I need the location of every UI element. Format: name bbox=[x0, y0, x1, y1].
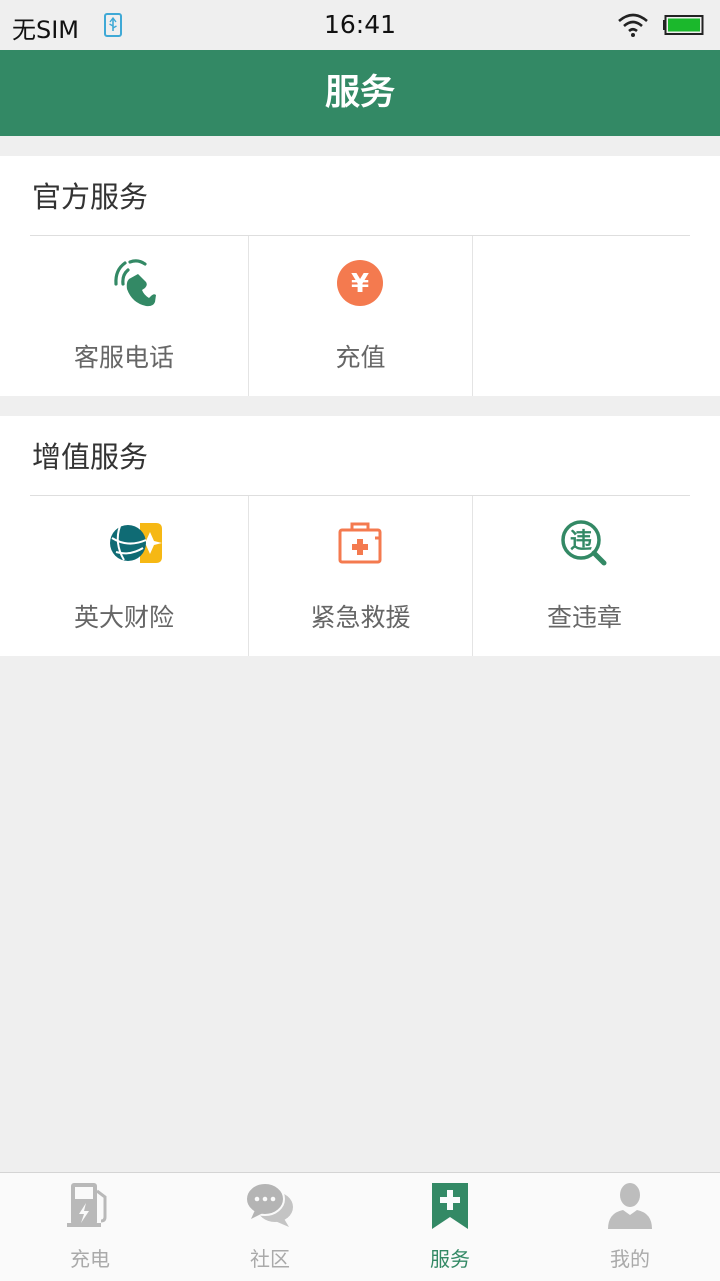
recharge-item[interactable]: ¥ 充值 bbox=[249, 236, 472, 396]
battery-icon bbox=[663, 15, 704, 35]
page-title-bar: 服务 bbox=[0, 50, 720, 136]
tab-mine[interactable]: 我的 bbox=[540, 1173, 720, 1281]
item-label: 查违章 bbox=[546, 603, 622, 632]
bottom-tab-bar: 充电 社区 服务 我的 bbox=[0, 1172, 720, 1281]
service-bookmark-icon bbox=[432, 1183, 468, 1229]
violation-search-icon: 违 bbox=[561, 520, 607, 566]
wifi-icon bbox=[618, 13, 648, 37]
status-time: 16:41 bbox=[323, 10, 397, 39]
empty-cell bbox=[473, 236, 720, 396]
section-title: 官方服务 bbox=[32, 180, 149, 214]
chat-bubbles-icon bbox=[245, 1182, 293, 1227]
tab-label: 充电 bbox=[70, 1247, 110, 1271]
insurance-logo-icon bbox=[110, 523, 162, 563]
tab-charging[interactable]: 充电 bbox=[0, 1173, 180, 1281]
section-title: 增值服务 bbox=[32, 440, 149, 474]
value-added-services-section: 增值服务 英大财险 紧急救援 违 查违章 bbox=[0, 416, 720, 656]
charging-station-icon bbox=[67, 1183, 107, 1227]
emergency-rescue-item[interactable]: 紧急救援 bbox=[249, 496, 472, 656]
page-title: 服务 bbox=[324, 73, 395, 113]
item-label: 紧急救援 bbox=[310, 603, 411, 632]
item-label: 客服电话 bbox=[73, 343, 174, 372]
yuan-icon: ¥ bbox=[337, 260, 383, 306]
traffic-violation-item[interactable]: 违 查违章 bbox=[473, 496, 696, 656]
tab-label: 服务 bbox=[430, 1247, 470, 1271]
status-bar: 无SIM 16:41 bbox=[0, 0, 720, 50]
yuan-symbol: ¥ bbox=[351, 269, 369, 299]
customer-service-phone-item[interactable]: 客服电话 bbox=[0, 236, 248, 396]
item-label: 充值 bbox=[335, 343, 386, 372]
tab-label: 社区 bbox=[250, 1247, 290, 1271]
phone-icon bbox=[114, 259, 156, 307]
violation-char: 违 bbox=[570, 528, 592, 554]
official-services-section: 官方服务 客服电话 ¥ 充值 bbox=[0, 156, 720, 396]
user-icon bbox=[608, 1183, 652, 1229]
tab-label: 我的 bbox=[610, 1247, 650, 1271]
first-aid-kit-icon bbox=[338, 522, 382, 564]
tab-service[interactable]: 服务 bbox=[360, 1173, 540, 1281]
item-label: 英大财险 bbox=[73, 603, 174, 632]
tab-community[interactable]: 社区 bbox=[180, 1173, 360, 1281]
insurance-item[interactable]: 英大财险 bbox=[0, 496, 248, 656]
